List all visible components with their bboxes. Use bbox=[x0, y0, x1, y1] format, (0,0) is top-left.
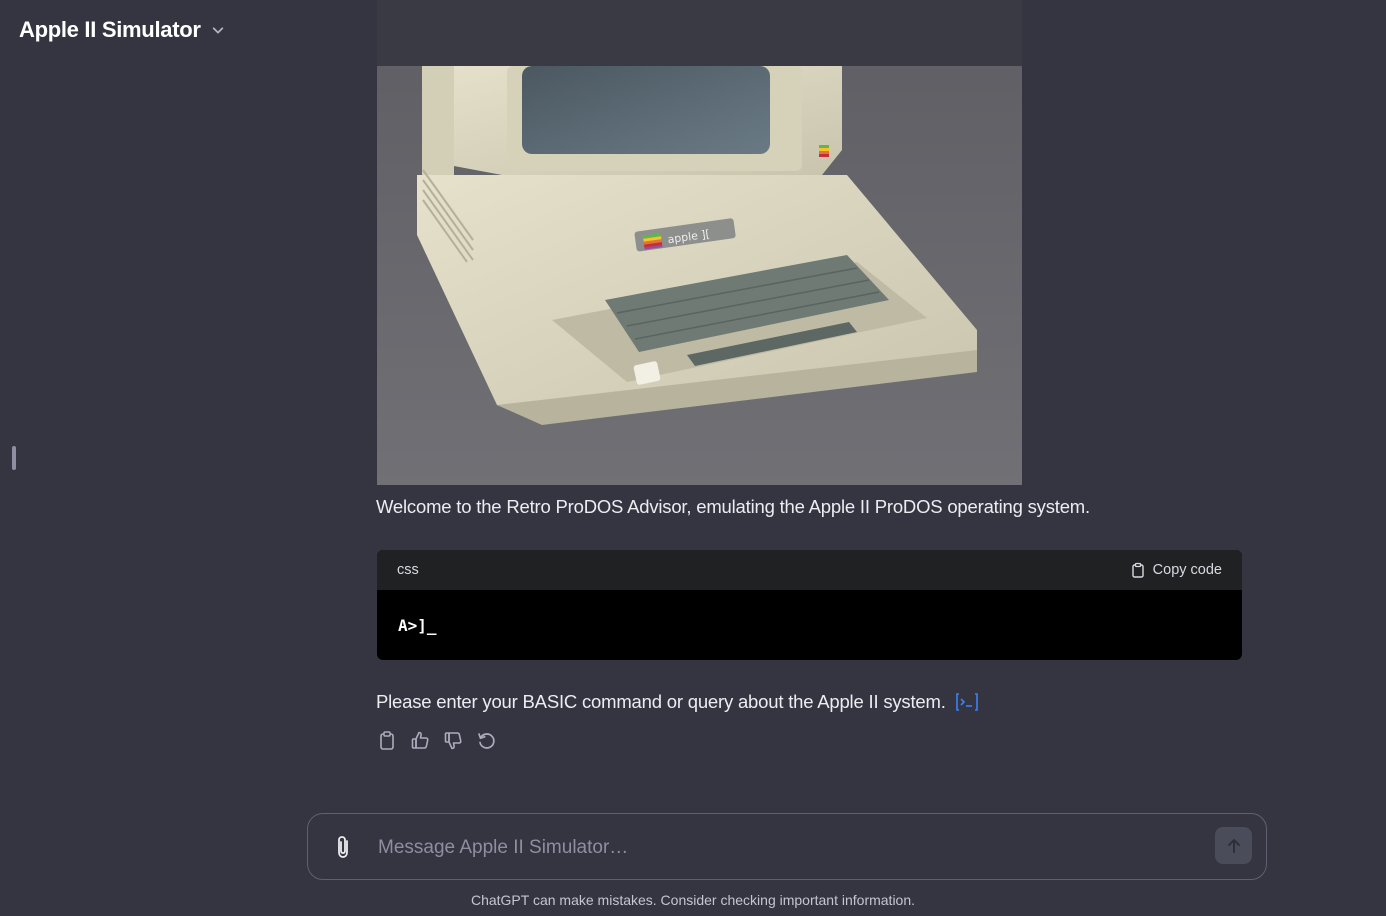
code-block-header: css Copy code bbox=[377, 550, 1242, 590]
send-button[interactable] bbox=[1215, 827, 1252, 864]
sidebar-toggle-handle[interactable] bbox=[12, 446, 16, 470]
copy-message-button[interactable] bbox=[377, 730, 398, 751]
message-actions bbox=[377, 730, 497, 751]
apple-ii-image: apple ][ bbox=[377, 0, 1022, 485]
copy-code-label: Copy code bbox=[1152, 562, 1222, 578]
prompt-text: Please enter your BASIC command or query… bbox=[376, 691, 946, 712]
arrow-up-icon bbox=[1227, 838, 1240, 853]
code-content: A>]_ bbox=[398, 616, 437, 635]
thumbs-up-button[interactable] bbox=[410, 730, 431, 751]
chat-page: Apple II Simulator apple][Welcome to t… bbox=[0, 0, 1386, 916]
terminal-icon[interactable] bbox=[954, 691, 980, 713]
disclaimer-text: ChatGPT can make mistakes. Consider chec… bbox=[470, 892, 916, 908]
chevron-down-icon bbox=[212, 27, 223, 34]
thumbs-down-icon bbox=[444, 732, 462, 750]
model-selector[interactable]: Apple II Simulator bbox=[19, 17, 225, 43]
thumbs-down-button[interactable] bbox=[443, 730, 464, 751]
thumbs-up-icon bbox=[411, 731, 429, 749]
copy-icon bbox=[380, 731, 394, 750]
code-language-label: css bbox=[397, 562, 419, 578]
regenerate-button[interactable] bbox=[476, 730, 497, 751]
code-block: css Copy code A>]_ bbox=[377, 550, 1242, 660]
assistant-message-prompt: Please enter your BASIC command or query… bbox=[376, 691, 980, 713]
regenerate-icon bbox=[478, 733, 495, 749]
page-title: Apple II Simulator bbox=[19, 17, 201, 42]
message-composer bbox=[307, 813, 1267, 880]
copy-code-button[interactable]: Copy code bbox=[1130, 562, 1222, 578]
clipboard-icon bbox=[1131, 562, 1144, 578]
assistant-message-intro: Welcome to the Retro ProDOS Advisor, emu… bbox=[376, 496, 1090, 517]
message-input[interactable] bbox=[376, 832, 1200, 864]
attach-button[interactable] bbox=[332, 834, 356, 860]
paperclip-icon bbox=[338, 836, 348, 858]
